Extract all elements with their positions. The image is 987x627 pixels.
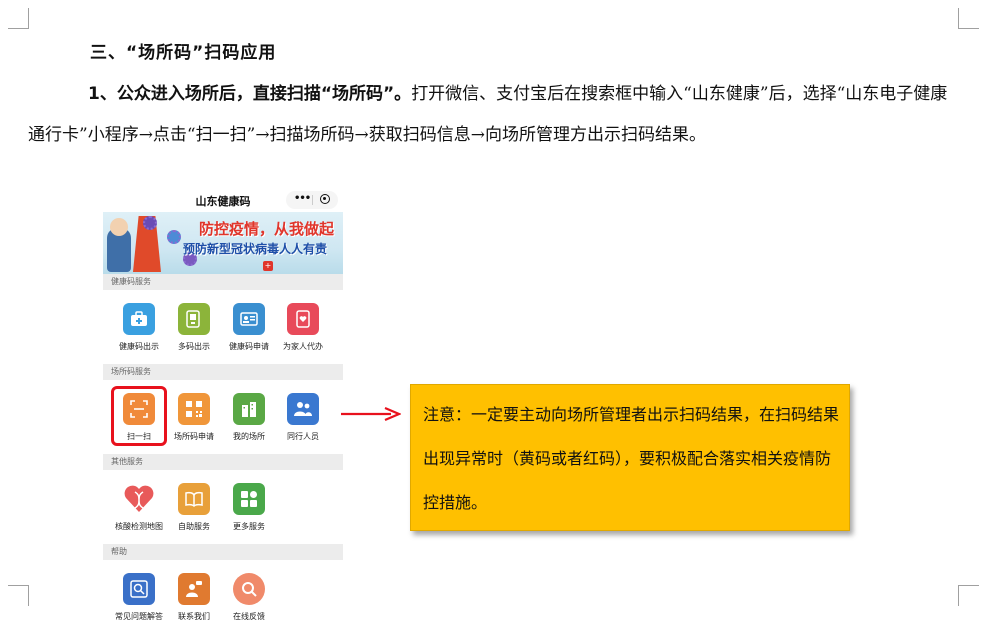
tile-label: 在线反馈 bbox=[233, 612, 265, 621]
section-header-venue-code: 场所码服务 bbox=[103, 364, 343, 380]
capsule-divider bbox=[312, 195, 313, 205]
phone-heart-icon bbox=[287, 303, 319, 335]
multi-code-icon bbox=[178, 303, 210, 335]
tile-label: 我的场所 bbox=[233, 432, 265, 441]
crop-mark-top-left bbox=[8, 8, 29, 29]
phone-screenshot: 山东健康码 ••• 防控疫情，从我做起 预防新型冠状病毒人人有责 + 健康码服务… bbox=[103, 188, 343, 627]
qr-code-icon bbox=[178, 393, 210, 425]
section-header-health-code: 健康码服务 bbox=[103, 274, 343, 290]
tile-health-code-apply[interactable]: 健康码申请 bbox=[221, 303, 277, 352]
id-card-icon bbox=[233, 303, 265, 335]
tile-family-proxy[interactable]: 为家人代办 bbox=[275, 303, 331, 352]
virus-icon bbox=[167, 230, 181, 244]
section-heading: 三、“场所码”扫码应用 bbox=[90, 43, 277, 63]
feedback-icon bbox=[233, 573, 265, 605]
instruction-paragraph: 1、公众进入场所后，直接扫描“场所码”。打开微信、支付宝后在搜索框中输入“山东健… bbox=[28, 74, 958, 156]
crop-mark-top-right bbox=[958, 8, 979, 29]
book-icon bbox=[178, 483, 210, 515]
tile-companions[interactable]: 同行人员 bbox=[275, 393, 331, 442]
tile-label: 为家人代办 bbox=[283, 342, 323, 351]
notice-callout: 注意：一定要主动向场所管理者出示扫码结果，在扫码结果出现异常时（黄码或者红码），… bbox=[410, 384, 850, 531]
tile-contact[interactable]: 联系我们 bbox=[166, 573, 222, 622]
tile-label: 常见问题解答 bbox=[115, 612, 163, 621]
capsule-menu[interactable]: ••• bbox=[286, 191, 338, 209]
child-figure-illustration bbox=[107, 218, 131, 272]
tile-faq[interactable]: 常见问题解答 bbox=[111, 573, 167, 622]
contact-icon bbox=[178, 573, 210, 605]
tile-label: 场所码申请 bbox=[174, 432, 214, 441]
tile-more-services[interactable]: 更多服务 bbox=[221, 483, 277, 532]
tile-label: 同行人员 bbox=[287, 432, 319, 441]
virus-icon bbox=[143, 216, 157, 230]
grid-icon bbox=[233, 483, 265, 515]
tile-venue-code-apply[interactable]: 场所码申请 bbox=[166, 393, 222, 442]
banner-slogan-main: 防控疫情，从我做起 bbox=[199, 220, 335, 238]
mini-program-topbar: 山东健康码 ••• bbox=[103, 188, 343, 212]
tile-nucleic-map[interactable]: 核酸检测地图 bbox=[111, 483, 167, 532]
tile-label: 联系我们 bbox=[178, 612, 210, 621]
tile-label: 自助服务 bbox=[178, 522, 210, 531]
medical-bag-icon bbox=[123, 303, 155, 335]
tile-feedback[interactable]: 在线反馈 bbox=[221, 573, 277, 622]
crop-mark-bottom-left bbox=[8, 585, 29, 606]
tile-label: 健康码申请 bbox=[229, 342, 269, 351]
section-header-help: 帮助 bbox=[103, 544, 343, 560]
tile-multi-code[interactable]: 多码出示 bbox=[166, 303, 222, 352]
red-cross-icon: + bbox=[263, 261, 273, 271]
close-target-icon[interactable] bbox=[320, 194, 330, 204]
people-icon bbox=[287, 393, 319, 425]
tile-health-code-show[interactable]: 健康码出示 bbox=[111, 303, 167, 352]
scan-highlight-box bbox=[111, 386, 167, 446]
arrow-right-icon bbox=[341, 406, 401, 422]
section-header-other-services: 其他服务 bbox=[103, 454, 343, 470]
crop-mark-bottom-right bbox=[958, 585, 979, 606]
tile-label: 更多服务 bbox=[233, 522, 265, 531]
building-icon bbox=[233, 393, 265, 425]
promo-banner[interactable]: 防控疫情，从我做起 预防新型冠状病毒人人有责 + bbox=[103, 212, 343, 274]
tile-label: 核酸检测地图 bbox=[115, 522, 163, 531]
banner-slogan-sub: 预防新型冠状病毒人人有责 bbox=[183, 242, 328, 256]
tile-self-service[interactable]: 自助服务 bbox=[166, 483, 222, 532]
paragraph-lead: 1、公众进入场所后，直接扫描“场所码”。 bbox=[88, 84, 412, 104]
faq-icon bbox=[123, 573, 155, 605]
tile-my-venue[interactable]: 我的场所 bbox=[221, 393, 277, 442]
more-icon[interactable]: ••• bbox=[294, 190, 311, 208]
dna-heart-icon bbox=[123, 483, 155, 515]
tile-label: 健康码出示 bbox=[119, 342, 159, 351]
tile-label: 多码出示 bbox=[178, 342, 210, 351]
